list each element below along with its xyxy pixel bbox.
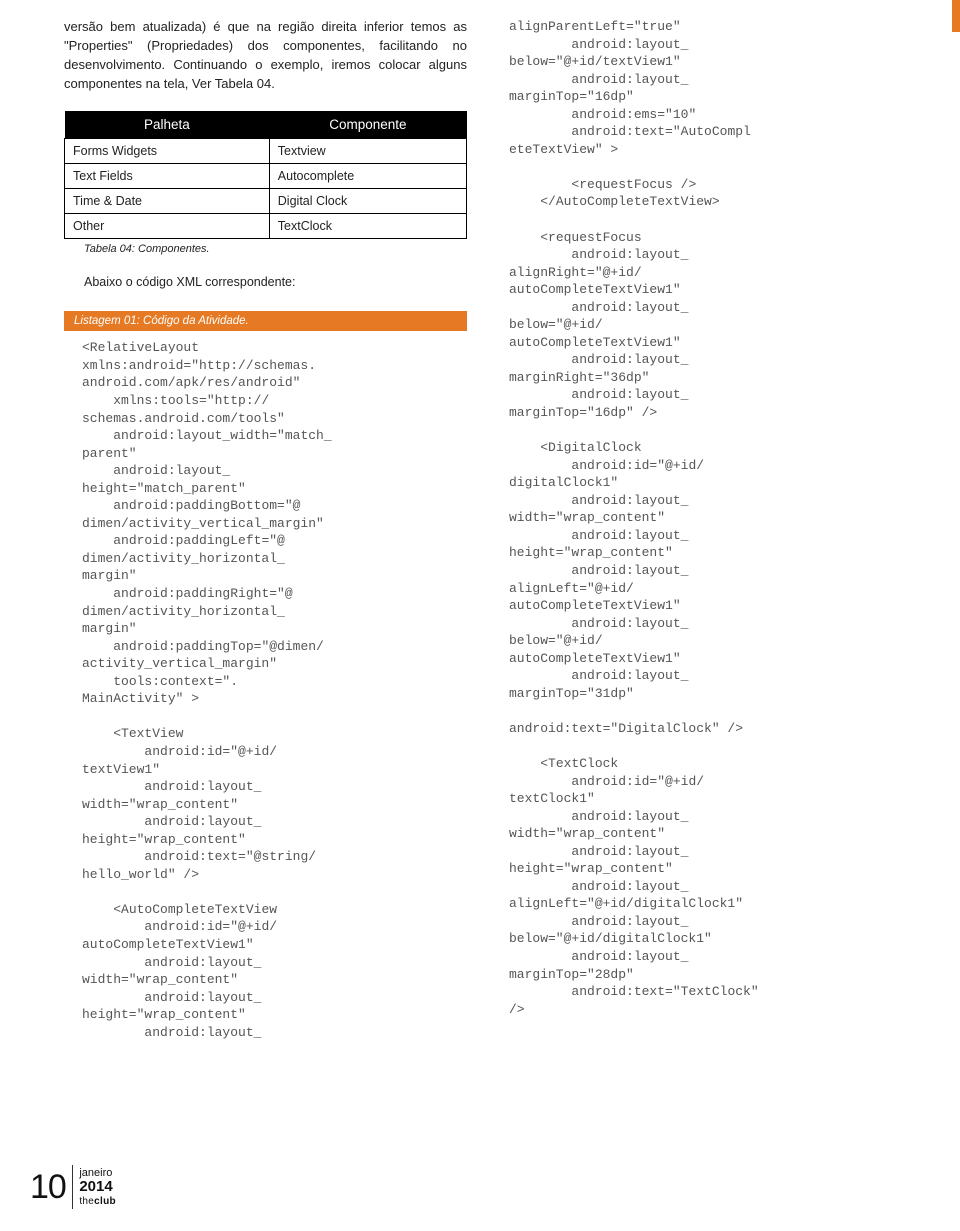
table-cell-palheta: Other bbox=[65, 214, 270, 239]
table-cell-componente: TextClock bbox=[269, 214, 466, 239]
page-side-tab bbox=[952, 0, 960, 32]
table-row: Forms Widgets Textview bbox=[65, 139, 467, 164]
table-row: Text Fields Autocomplete bbox=[65, 164, 467, 189]
table-cell-componente: Textview bbox=[269, 139, 466, 164]
page: versão bem atualizada) é que na região d… bbox=[0, 0, 960, 1231]
footer-brand: theclub bbox=[79, 1196, 116, 1207]
footer-year: 2014 bbox=[79, 1179, 116, 1196]
table-header-palheta: Palheta bbox=[65, 111, 270, 139]
table-cell-palheta: Forms Widgets bbox=[65, 139, 270, 164]
table-cell-componente: Autocomplete bbox=[269, 164, 466, 189]
two-column-layout: versão bem atualizada) é que na região d… bbox=[64, 18, 912, 1041]
listing-header-bar: Listagem 01: Código da Atividade. bbox=[64, 311, 467, 331]
code-block-right: alignParentLeft="true" android:layout_ b… bbox=[509, 18, 912, 1018]
xml-lead-text: Abaixo o código XML correspondente: bbox=[84, 275, 467, 289]
table-cell-palheta: Time & Date bbox=[65, 189, 270, 214]
footer-brand-prefix: the bbox=[79, 1196, 94, 1207]
footer-divider bbox=[72, 1165, 74, 1209]
table-header-componente: Componente bbox=[269, 111, 466, 139]
intro-paragraph: versão bem atualizada) é que na região d… bbox=[64, 18, 467, 93]
table-cell-componente: Digital Clock bbox=[269, 189, 466, 214]
table-caption: Tabela 04: Componentes. bbox=[84, 243, 467, 255]
footer-text-block: janeiro 2014 theclub bbox=[79, 1167, 116, 1207]
table-cell-palheta: Text Fields bbox=[65, 164, 270, 189]
code-block-left: <RelativeLayout xmlns:android="http://sc… bbox=[82, 339, 467, 1041]
right-column: alignParentLeft="true" android:layout_ b… bbox=[509, 18, 912, 1041]
page-footer: 10 janeiro 2014 theclub bbox=[30, 1165, 116, 1209]
table-header-row: Palheta Componente bbox=[65, 111, 467, 139]
footer-brand-suffix: club bbox=[94, 1196, 116, 1207]
table-row: Time & Date Digital Clock bbox=[65, 189, 467, 214]
page-number: 10 bbox=[30, 1170, 66, 1204]
table-row: Other TextClock bbox=[65, 214, 467, 239]
components-table: Palheta Componente Forms Widgets Textvie… bbox=[64, 111, 467, 239]
left-column: versão bem atualizada) é que na região d… bbox=[64, 18, 467, 1041]
